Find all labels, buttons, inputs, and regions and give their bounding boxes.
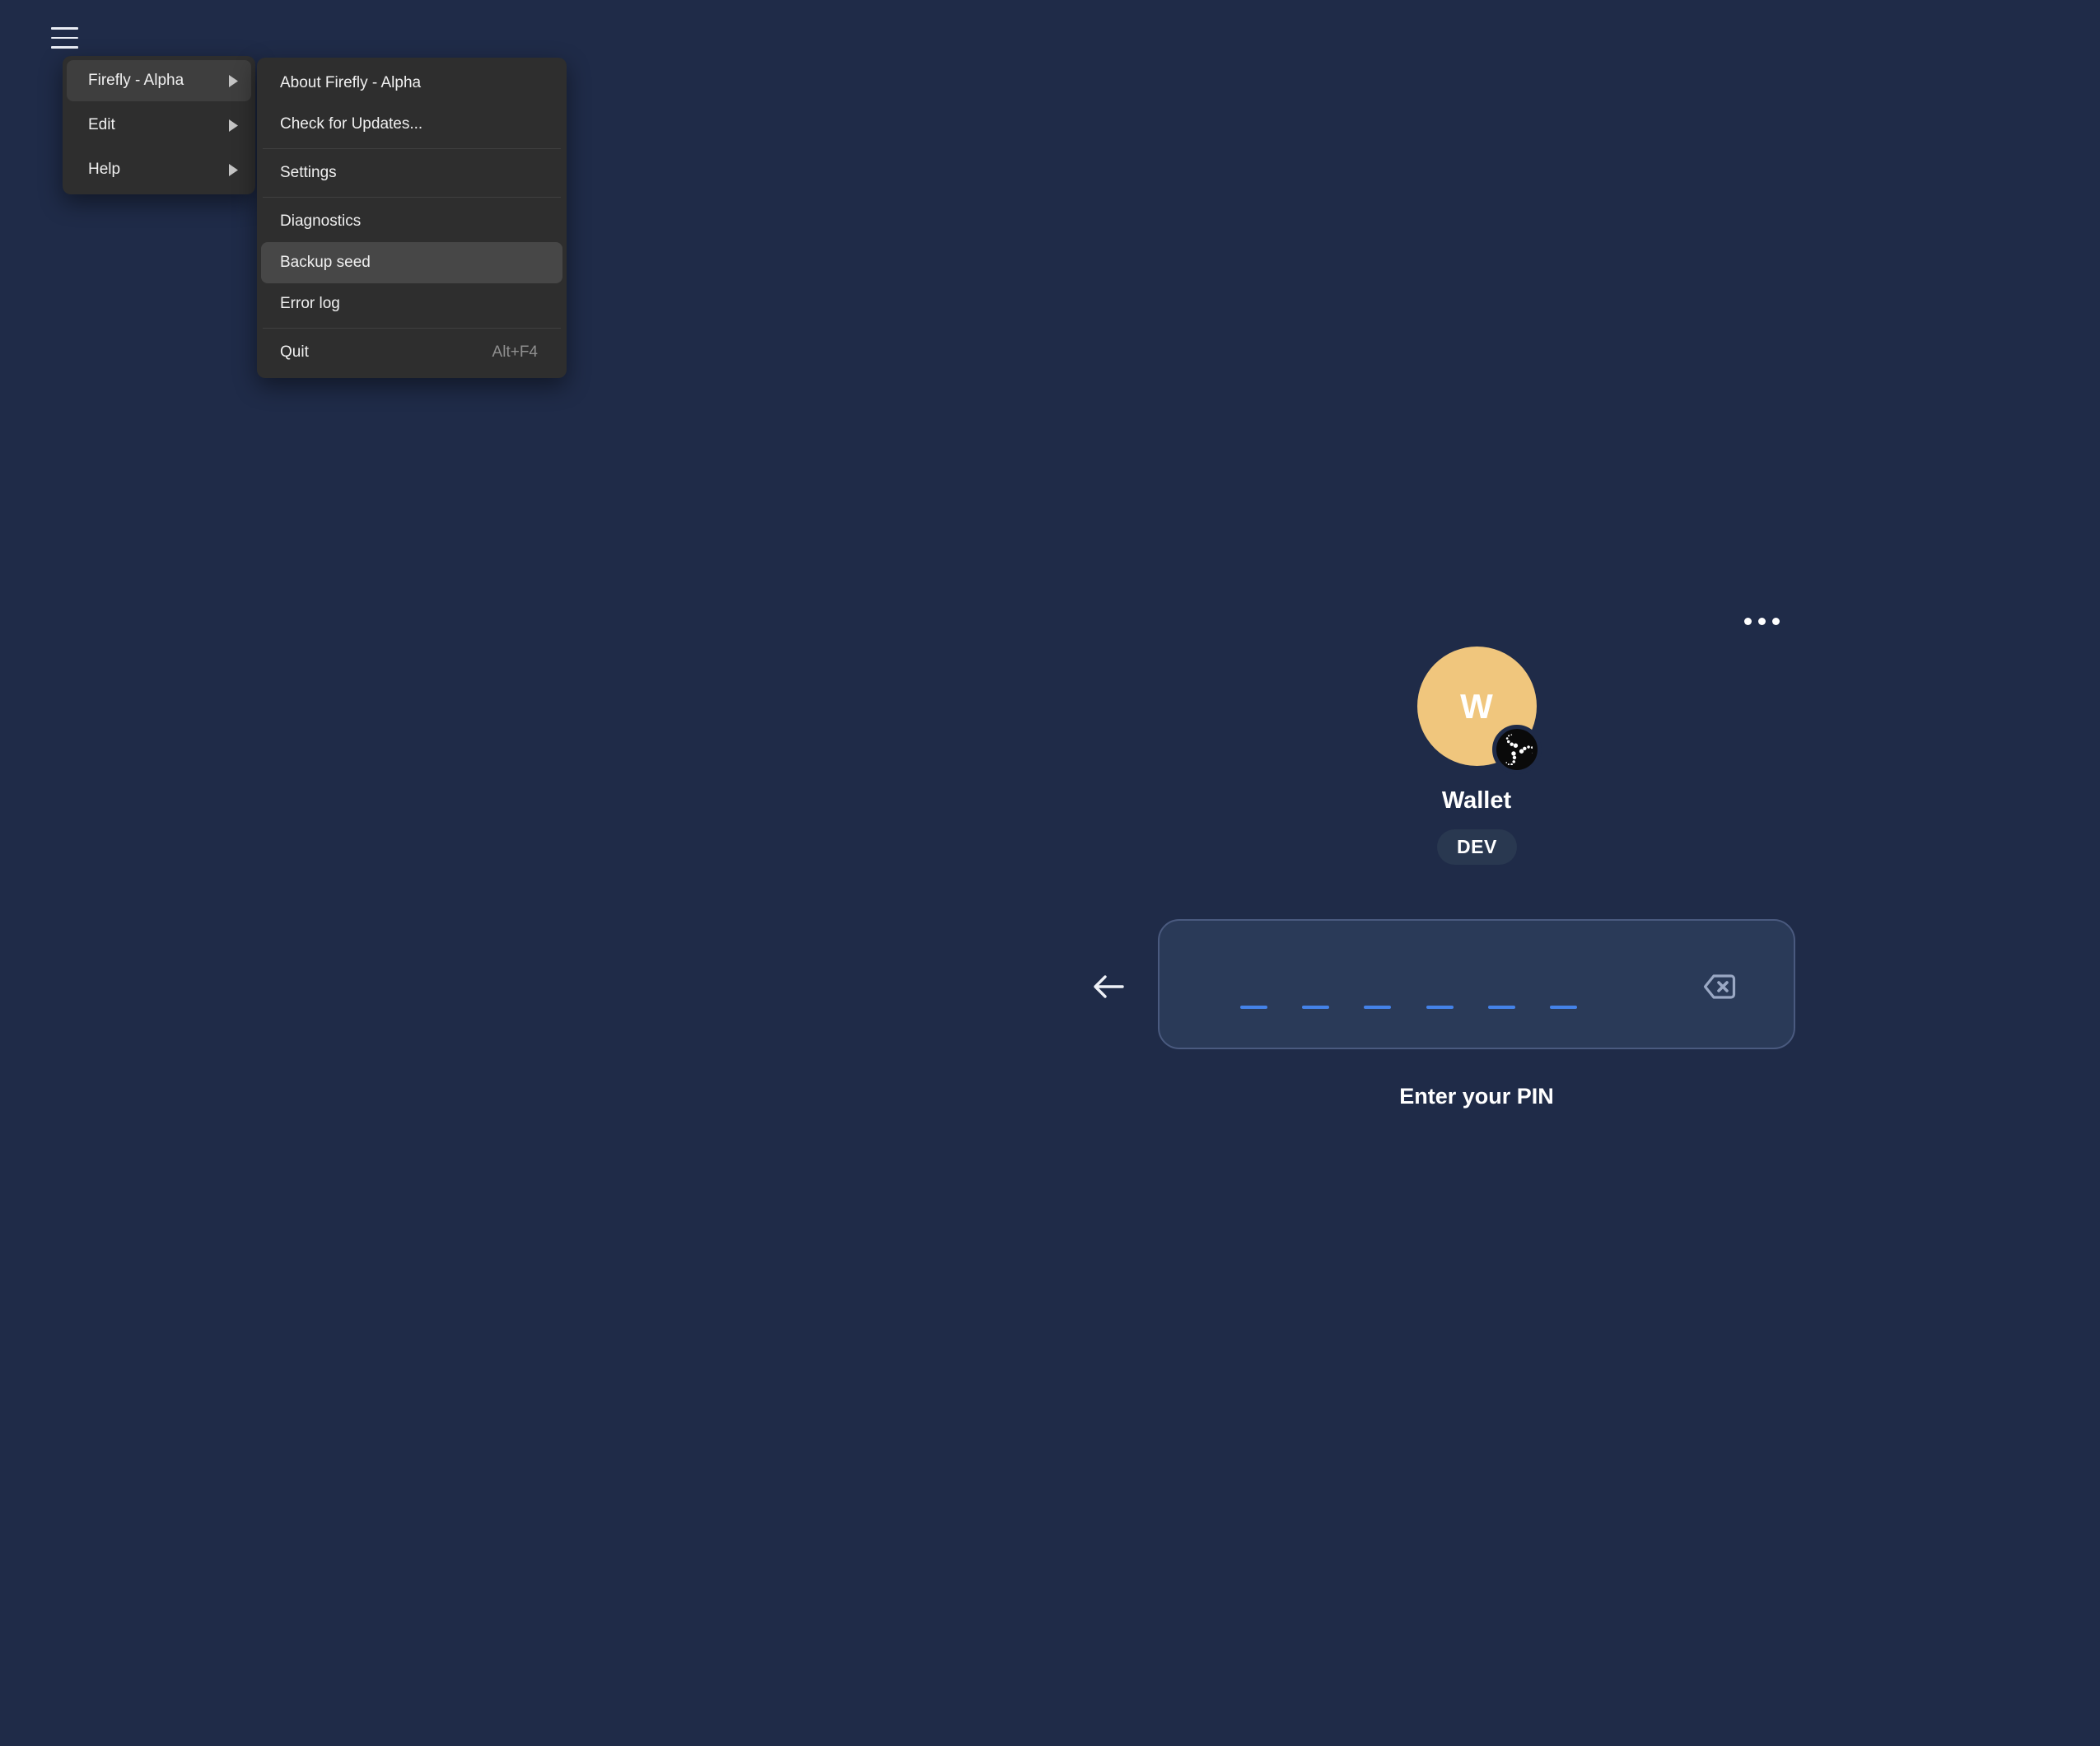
submenu-item-label: Quit xyxy=(280,343,309,362)
back-button[interactable] xyxy=(1090,970,1127,1003)
profile-name: Wallet xyxy=(1374,787,1580,815)
submenu-item-label: Check for Updates... xyxy=(280,115,422,133)
submenu-item-diagnostics[interactable]: Diagnostics xyxy=(261,201,562,242)
submenu-item-backup-seed[interactable]: Backup seed xyxy=(261,242,562,283)
app-menu: Firefly - Alpha Edit Help xyxy=(63,56,255,194)
menu-item-help[interactable]: Help xyxy=(67,149,251,190)
pin-slot-dash xyxy=(1550,1006,1577,1009)
pin-slot-dash xyxy=(1364,1006,1391,1009)
backspace-icon xyxy=(1703,973,1736,1000)
submenu-item-quit[interactable]: Quit Alt+F4 xyxy=(261,332,562,373)
menu-separator xyxy=(263,328,561,329)
quit-shortcut: Alt+F4 xyxy=(492,343,538,362)
dev-network-badge: DEV xyxy=(1437,829,1517,865)
pin-input[interactable] xyxy=(1158,919,1795,1049)
profile-options-button[interactable] xyxy=(1739,613,1785,630)
pin-label: Enter your PIN xyxy=(1374,1084,1580,1109)
app-submenu: About Firefly - Alpha Check for Updates.… xyxy=(257,58,567,378)
back-arrow-icon xyxy=(1092,973,1125,1000)
submenu-item-label: Settings xyxy=(280,164,337,182)
backspace-button[interactable] xyxy=(1701,970,1738,1003)
submenu-arrow-icon xyxy=(229,164,238,176)
pin-slot-dash xyxy=(1302,1006,1329,1009)
menu-item-edit[interactable]: Edit xyxy=(67,105,251,146)
hamburger-icon xyxy=(51,27,78,30)
submenu-item-label: About Firefly - Alpha xyxy=(280,74,421,92)
menu-separator xyxy=(263,197,561,198)
menu-item-firefly-alpha[interactable]: Firefly - Alpha xyxy=(67,60,251,101)
ellipsis-icon xyxy=(1744,618,1752,625)
submenu-arrow-icon xyxy=(229,119,238,132)
avatar-initial: W xyxy=(1460,687,1494,726)
menu-separator xyxy=(263,148,561,149)
pin-slot-dash xyxy=(1488,1006,1515,1009)
pin-slot-dash xyxy=(1240,1006,1267,1009)
submenu-item-label: Diagnostics xyxy=(280,212,361,231)
submenu-item-settings[interactable]: Settings xyxy=(261,152,562,194)
network-badge xyxy=(1492,725,1542,774)
pin-slot-dash xyxy=(1426,1006,1454,1009)
submenu-item-check-updates[interactable]: Check for Updates... xyxy=(261,104,562,145)
hamburger-menu-button[interactable] xyxy=(49,25,81,51)
submenu-arrow-icon xyxy=(229,75,238,87)
submenu-item-label: Backup seed xyxy=(280,254,371,272)
menu-item-label: Edit xyxy=(88,116,229,134)
submenu-item-about[interactable]: About Firefly - Alpha xyxy=(261,63,562,104)
submenu-item-error-log[interactable]: Error log xyxy=(261,283,562,324)
menu-item-label: Firefly - Alpha xyxy=(88,72,229,90)
iota-logo-icon xyxy=(1501,734,1533,765)
menu-item-label: Help xyxy=(88,161,229,179)
submenu-item-label: Error log xyxy=(280,295,340,313)
